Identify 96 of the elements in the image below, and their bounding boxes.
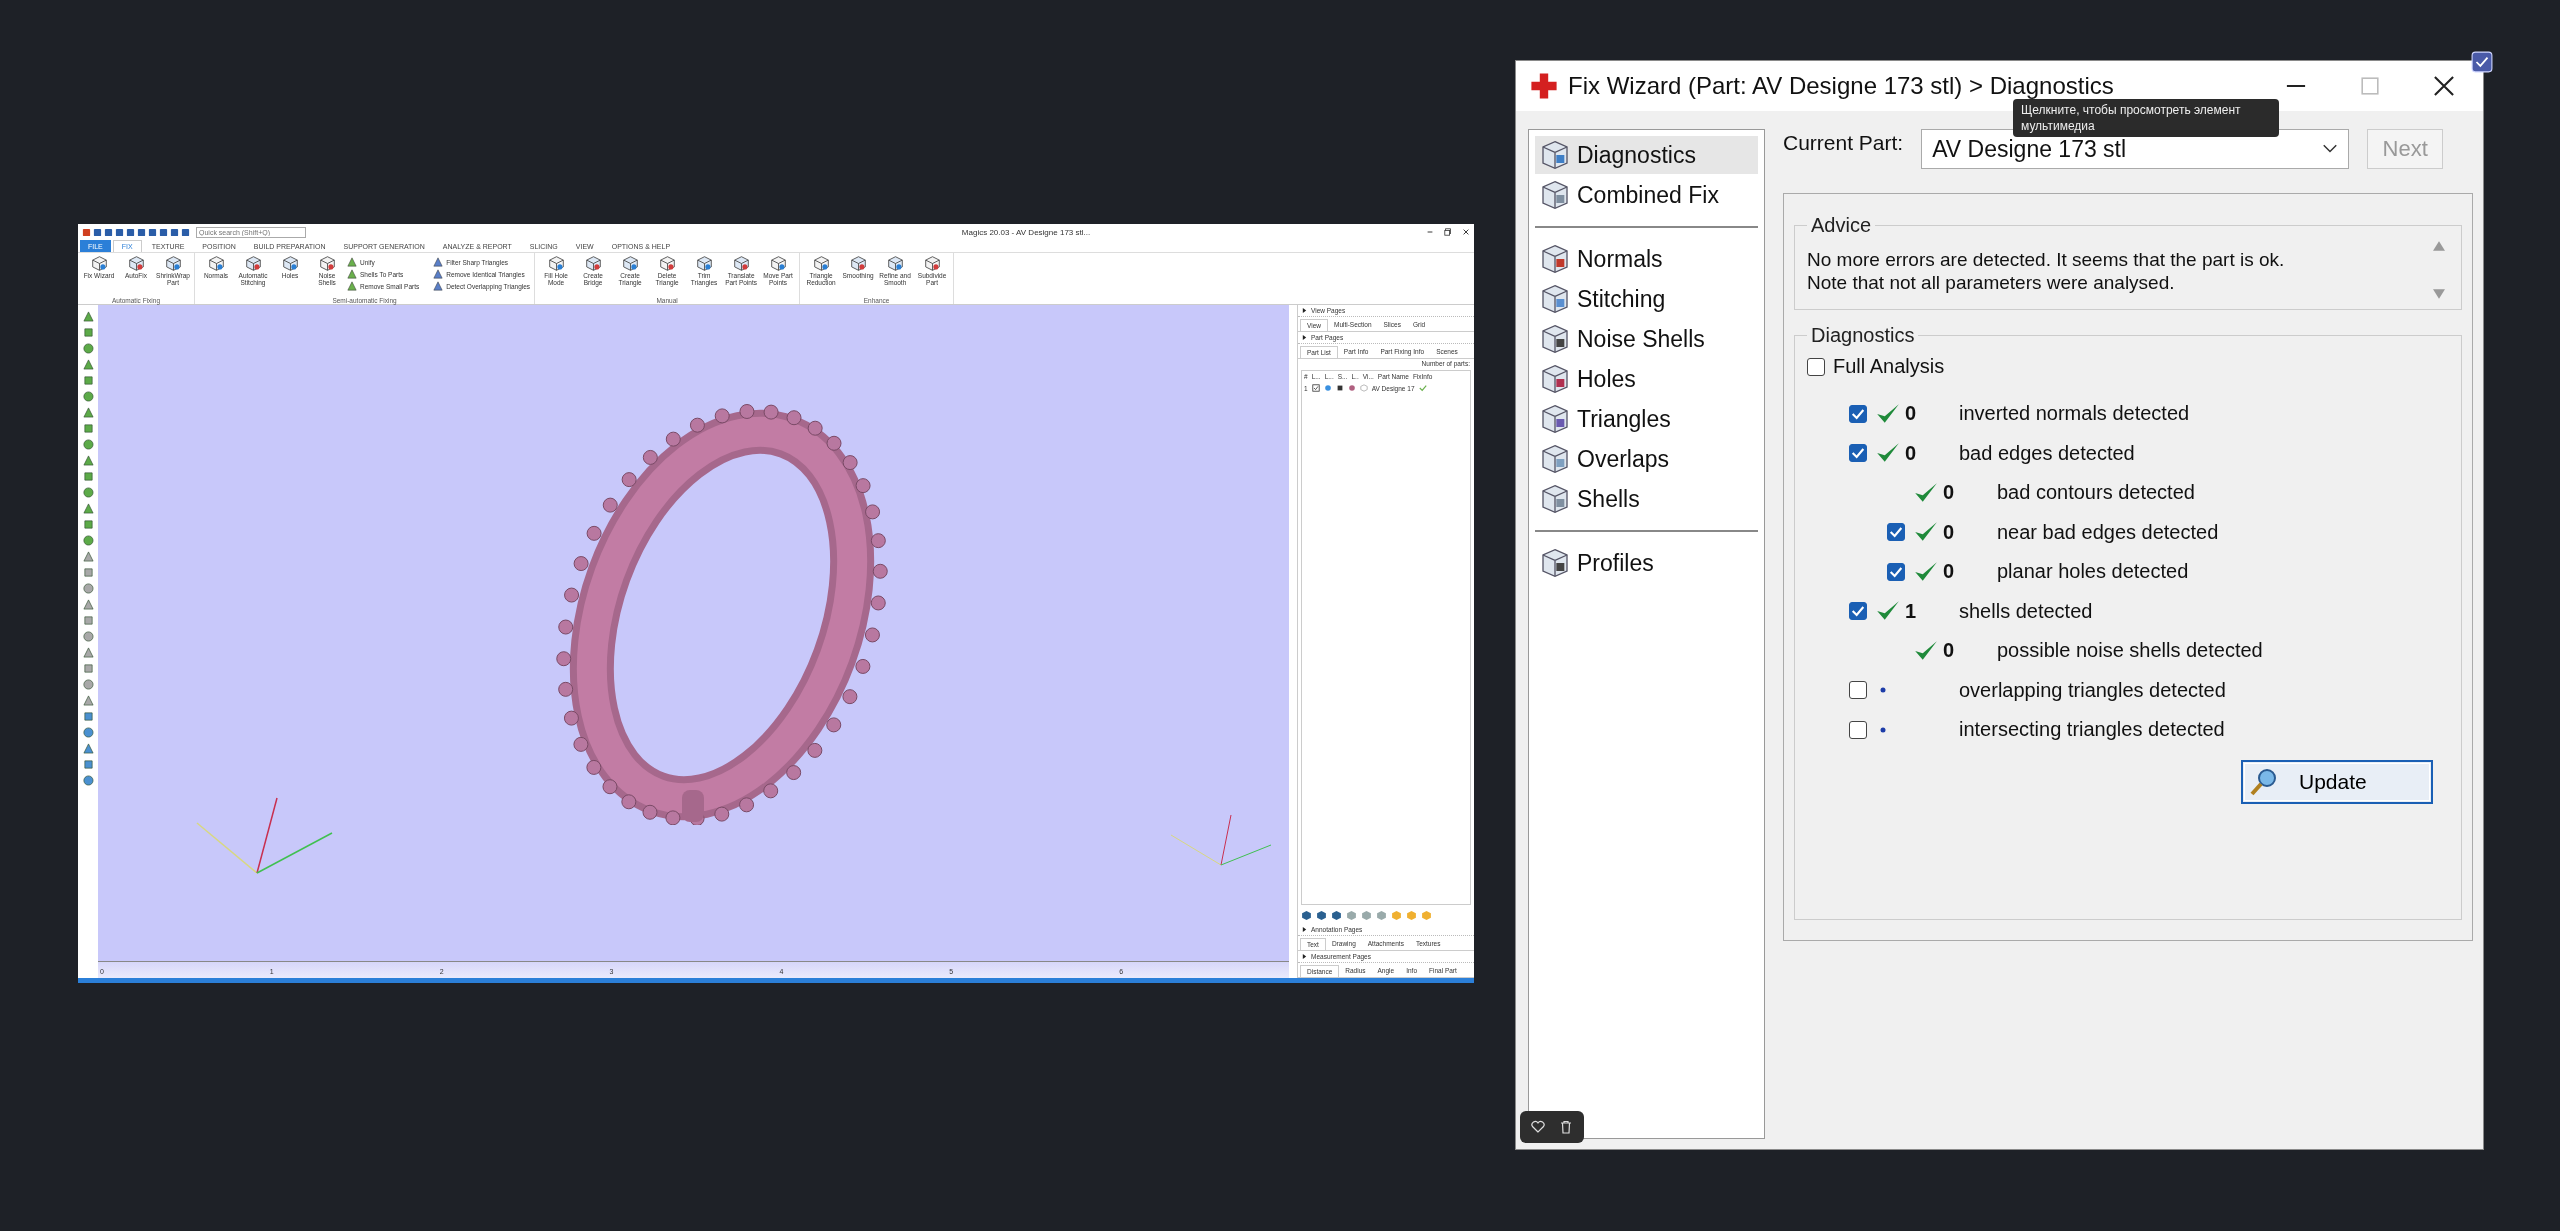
nav-item[interactable]: Combined Fix (1535, 176, 1758, 214)
nav-item[interactable]: Shells (1535, 480, 1758, 518)
tool-icon[interactable] (82, 327, 94, 338)
tool-icon[interactable] (82, 583, 94, 594)
tool-icon[interactable] (82, 551, 94, 562)
toolbar-icon[interactable] (1331, 910, 1342, 921)
diagnostic-label: inverted normals detected (1959, 402, 2190, 426)
select-checkbox-icon[interactable] (2471, 51, 2493, 73)
tool-icon[interactable] (82, 343, 94, 354)
close-icon[interactable] (1462, 228, 1470, 236)
scroll-down-icon[interactable] (2433, 289, 2445, 299)
tool-icon[interactable] (82, 615, 94, 626)
expand-arrow-icon[interactable] (1302, 308, 1307, 313)
count: 0 (1905, 402, 1918, 426)
checkbox[interactable] (1849, 602, 1867, 621)
diagnostic-label: shells detected (1959, 599, 2093, 623)
tool-icon[interactable] (82, 407, 94, 418)
checkbox[interactable] (1887, 562, 1905, 581)
count: 0 (1943, 639, 1956, 663)
diagnostic-label: bad edges detected (1959, 441, 2135, 465)
tool-icon[interactable] (82, 359, 94, 370)
tool-icon[interactable] (82, 775, 94, 786)
expand-arrow-icon[interactable] (1302, 954, 1307, 959)
tool-icon[interactable] (82, 599, 94, 610)
diagnostic-label: bad contours detected (1997, 481, 2195, 505)
medical-cross-icon (1530, 72, 1558, 100)
nav-item[interactable]: Noise Shells (1535, 320, 1758, 358)
tool-icon[interactable] (82, 647, 94, 658)
tool-icon[interactable] (82, 391, 94, 402)
nav-item[interactable]: Overlaps (1535, 440, 1758, 478)
tool-icon[interactable] (82, 631, 94, 642)
count: 1 (1905, 599, 1918, 623)
nav-item[interactable]: Diagnostics (1535, 136, 1758, 174)
triangle-icon (433, 281, 444, 291)
tool-icon[interactable] (82, 503, 94, 514)
window-title: Magics 20.03 - AV Designe 173 stl... (960, 227, 1092, 237)
triangle-icon (433, 257, 444, 267)
trash-icon[interactable] (1558, 1119, 1574, 1135)
window-title: Fix Wizard (Part: AV Designe 173 stl) > Diagnostics (1568, 72, 2115, 100)
restore-icon[interactable] (1444, 228, 1452, 236)
scroll-up-icon[interactable] (2433, 241, 2445, 251)
checkbox[interactable] (1849, 681, 1867, 700)
tool-icon[interactable] (82, 727, 94, 738)
checkbox-icon[interactable] (1311, 384, 1320, 392)
toolbar-icon[interactable] (1316, 910, 1327, 921)
diagnostic-label: possible noise shells detected (1997, 639, 2263, 663)
expand-arrow-icon[interactable] (1302, 927, 1307, 932)
toolbar-icon[interactable] (1301, 910, 1312, 921)
tool-icon[interactable] (82, 439, 94, 450)
group-title: Diagnostics (1810, 324, 1916, 347)
count: 0 (1905, 441, 1918, 465)
eye-icon[interactable] (1323, 384, 1332, 392)
checkbox[interactable] (1849, 444, 1867, 463)
close-icon[interactable] (2431, 73, 2457, 99)
tool-icon[interactable] (82, 695, 94, 706)
full-analysis-checkbox[interactable]: Full Analysis (1807, 355, 2449, 378)
triangle-icon (433, 269, 444, 279)
tool-icon[interactable] (82, 375, 94, 386)
nav-item[interactable]: Holes (1535, 360, 1758, 398)
update-button[interactable]: Update (2241, 759, 2433, 804)
diagnostic-label: planar holes detected (1997, 560, 2189, 584)
diagnostic-label: intersecting triangles detected (1959, 718, 2225, 742)
tool-icon[interactable] (82, 567, 94, 578)
group-title: Advice (1810, 214, 1873, 237)
count: 0 (1943, 481, 1956, 505)
color-icon[interactable] (1347, 384, 1356, 392)
checkbox[interactable] (1887, 523, 1905, 542)
advice-text: No more errors are detected. It seems that the part is ok. Note that not all parameters were analysed. (1807, 249, 2286, 295)
count: 0 (1943, 560, 1956, 584)
chevron-down-icon (2322, 144, 2339, 154)
expand-arrow-icon[interactable] (1302, 335, 1307, 340)
tooltip: Щелкните, чтобы просмотреть элемент мультимедиа (2013, 99, 2279, 138)
tool-icon[interactable] (82, 519, 94, 530)
tool-icon[interactable] (82, 679, 94, 690)
tool-icon[interactable] (82, 711, 94, 722)
checkbox[interactable] (1849, 404, 1867, 423)
field-label: Current Part: (1783, 130, 1904, 156)
tool-icon[interactable] (82, 759, 94, 770)
tool-icon[interactable] (82, 455, 94, 466)
count: 0 (1943, 520, 1956, 544)
checkbox[interactable] (1849, 720, 1867, 739)
nav-item[interactable]: Normals (1535, 240, 1758, 278)
magnifier-icon (2249, 766, 2279, 797)
tool-icon[interactable] (82, 471, 94, 482)
nav-item[interactable]: Profiles (1535, 544, 1758, 582)
tool-icon[interactable] (82, 743, 94, 754)
diagnostic-label: near bad edges detected (1997, 520, 2219, 544)
heart-icon[interactable] (1530, 1119, 1546, 1135)
tool-icon[interactable] (82, 423, 94, 434)
tool-icon[interactable] (82, 535, 94, 546)
tool-icon[interactable] (82, 311, 94, 322)
tool-icon[interactable] (82, 487, 94, 498)
nav-item[interactable]: Triangles (1535, 400, 1758, 438)
nav-item[interactable]: Stitching (1535, 280, 1758, 318)
tool-icon[interactable] (82, 663, 94, 674)
diagnostic-label: overlapping triangles detected (1959, 678, 2226, 702)
